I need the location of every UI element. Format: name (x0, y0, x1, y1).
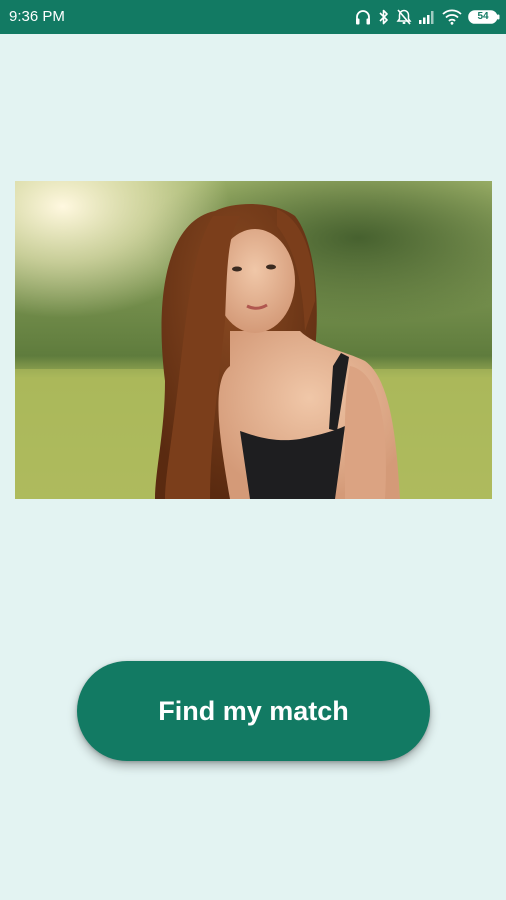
find-my-match-button[interactable]: Find my match (77, 661, 430, 761)
battery-level: 54 (477, 11, 489, 22)
notifications-off-icon (396, 6, 412, 28)
status-bar: 9:36 PM 54 (0, 0, 506, 34)
wifi-icon (442, 6, 462, 28)
status-icons: 54 (348, 6, 500, 28)
headphones-icon (354, 6, 372, 28)
battery-icon: 54 (468, 6, 500, 28)
signal-icon (418, 6, 436, 28)
bluetooth-icon (378, 6, 390, 28)
status-time: 9:36 PM (9, 8, 65, 25)
profile-photo (15, 181, 492, 499)
